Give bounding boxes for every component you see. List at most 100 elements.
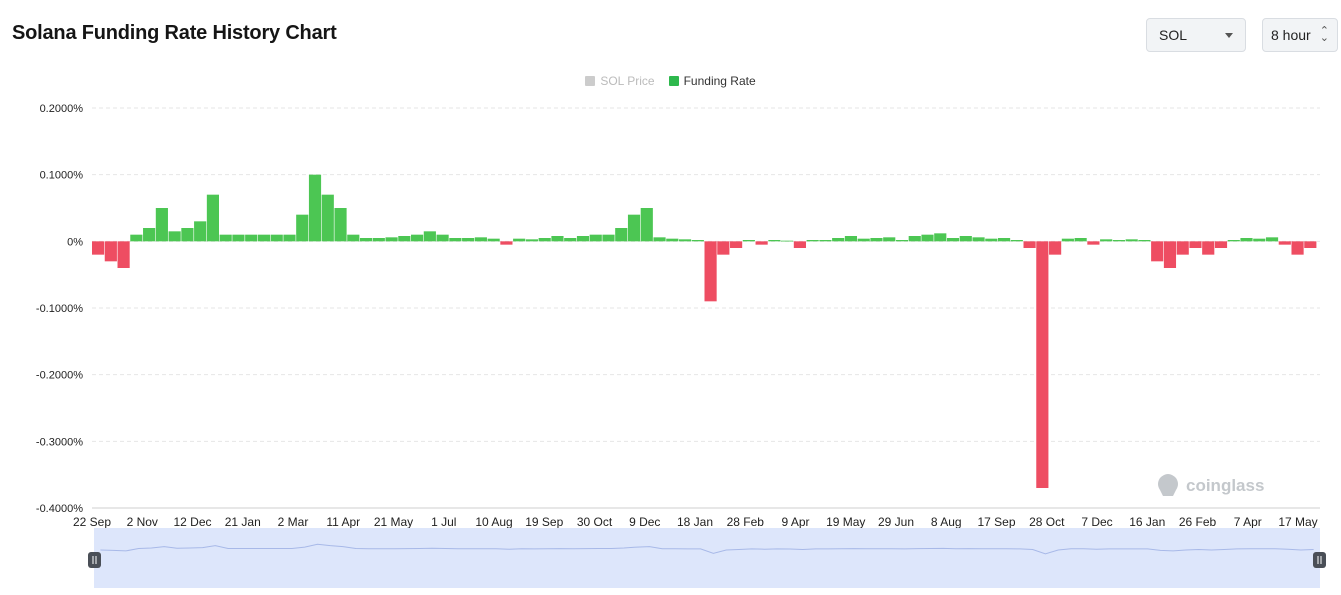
funding-rate-bar xyxy=(398,236,411,242)
funding-rate-bar xyxy=(921,234,934,242)
funding-rate-bar xyxy=(1304,241,1317,248)
funding-rate-bar xyxy=(1265,237,1279,242)
x-tick-label: 9 Dec xyxy=(629,515,660,529)
navigator-selected-range[interactable] xyxy=(94,528,1320,588)
funding-rate-bar xyxy=(1176,241,1189,255)
funding-rate-bar xyxy=(1240,238,1253,242)
funding-rate-bar xyxy=(1036,241,1049,488)
funding-rate-bar xyxy=(538,238,551,242)
funding-rate-bar xyxy=(513,238,526,242)
funding-rate-bar xyxy=(832,238,845,242)
funding-rate-bar xyxy=(806,240,819,242)
funding-rate-bar xyxy=(768,240,781,242)
funding-rate-bar xyxy=(257,234,271,242)
funding-rate-bar xyxy=(564,238,577,242)
funding-rate-bar xyxy=(270,234,283,242)
funding-rate-bar xyxy=(232,234,245,242)
funding-rate-bar xyxy=(1189,241,1202,248)
x-tick-label: 17 May xyxy=(1278,515,1317,529)
funding-rate-bar xyxy=(1253,238,1266,242)
funding-rate-bar xyxy=(308,174,322,242)
funding-rate-bar xyxy=(1010,240,1023,242)
funding-rate-bar xyxy=(423,231,436,242)
funding-rate-bar xyxy=(359,238,373,242)
y-axis: 0.2000% 0.1000% 0% -0.1000% -0.2000% -0.3000%… xyxy=(36,103,83,515)
funding-rate-bar xyxy=(870,238,883,242)
funding-rate-bar xyxy=(730,241,743,248)
funding-rate-bar xyxy=(449,238,462,242)
y-tick-label: 0.1000% xyxy=(40,170,84,182)
coinglass-logo-icon xyxy=(1158,474,1178,496)
funding-rate-bar xyxy=(985,238,998,242)
x-tick-label: 18 Jan xyxy=(677,515,713,529)
x-tick-label: 11 Apr xyxy=(326,515,360,529)
funding-rate-bar xyxy=(1227,240,1240,242)
funding-rate-bar xyxy=(1163,241,1177,268)
funding-rate-bar xyxy=(1087,241,1100,245)
x-tick-label: 21 Jan xyxy=(225,515,261,529)
x-tick-label: 2 Nov xyxy=(127,515,158,529)
y-tick-label: -0.2000% xyxy=(36,370,83,382)
funding-rate-bar xyxy=(525,239,539,242)
x-tick-label: 19 May xyxy=(826,515,865,529)
funding-rate-bar xyxy=(551,236,564,242)
x-tick-label: 10 Aug xyxy=(475,515,512,529)
funding-rate-bar xyxy=(844,236,858,242)
funding-rate-bar xyxy=(1049,241,1062,255)
funding-rate-bar xyxy=(1291,241,1304,255)
funding-rate-bar xyxy=(972,237,985,242)
x-tick-label: 7 Apr xyxy=(1234,515,1262,529)
funding-rate-bar xyxy=(474,237,487,242)
funding-rate-bar xyxy=(678,239,692,242)
funding-rate-bar xyxy=(385,237,398,242)
funding-rate-bar xyxy=(691,240,704,242)
funding-rate-bar xyxy=(206,194,219,242)
funding-rate-bar xyxy=(704,241,717,302)
funding-rate-bar xyxy=(219,234,232,242)
funding-rate-bar xyxy=(1074,238,1087,242)
funding-rate-bar xyxy=(296,214,309,242)
navigator-left-handle[interactable] xyxy=(88,552,101,568)
funding-rate-bar xyxy=(321,194,334,242)
funding-rate-bar xyxy=(755,241,768,245)
coinglass-watermark: coinglass xyxy=(1158,474,1264,496)
funding-rate-bar xyxy=(717,241,730,255)
x-tick-label: 2 Mar xyxy=(278,515,309,529)
funding-rate-bar xyxy=(117,241,130,268)
funding-rate-bar xyxy=(411,234,424,242)
funding-rate-bar xyxy=(283,234,296,242)
funding-rate-bar xyxy=(653,237,666,242)
y-tick-label: -0.3000% xyxy=(36,436,83,448)
funding-rate-bar xyxy=(104,241,117,262)
funding-rate-bar xyxy=(1112,240,1125,242)
funding-rate-chart: 0.2000% 0.1000% 0% -0.1000% -0.2000% -0.3000%… xyxy=(36,103,1326,588)
funding-rate-bar xyxy=(997,238,1011,242)
funding-rate-bar xyxy=(1214,241,1228,248)
funding-rate-bar xyxy=(781,240,794,242)
funding-rate-bar xyxy=(500,241,513,245)
x-tick-label: 22 Sep xyxy=(73,515,111,529)
funding-rate-bar xyxy=(334,208,347,242)
funding-rate-bar xyxy=(143,228,156,242)
y-tick-label: 0.2000% xyxy=(40,103,84,115)
chart-grid xyxy=(92,107,1320,509)
funding-rate-bar xyxy=(194,221,207,242)
funding-rate-bar xyxy=(576,236,590,242)
funding-rate-bar xyxy=(934,233,947,242)
x-tick-label: 12 Dec xyxy=(173,515,211,529)
funding-rate-bar xyxy=(1151,241,1164,262)
x-tick-label: 7 Dec xyxy=(1081,515,1112,529)
funding-rate-bar xyxy=(462,238,475,242)
x-tick-label: 21 May xyxy=(374,515,413,529)
funding-rate-bar xyxy=(436,234,449,242)
funding-rate-bar xyxy=(1138,240,1151,242)
range-navigator[interactable] xyxy=(88,528,1326,588)
x-tick-label: 1 Jul xyxy=(431,515,456,529)
funding-rate-bar xyxy=(487,238,500,242)
funding-rate-bar xyxy=(908,236,921,242)
funding-rate-bar xyxy=(793,241,806,248)
y-tick-label: 0% xyxy=(67,236,83,248)
funding-rate-bar xyxy=(946,238,960,242)
x-axis: 22 Sep 2 Nov 12 Dec 21 Jan 2 Mar 11 Apr 21 May… xyxy=(73,515,1318,529)
navigator-right-handle[interactable] xyxy=(1313,552,1326,568)
